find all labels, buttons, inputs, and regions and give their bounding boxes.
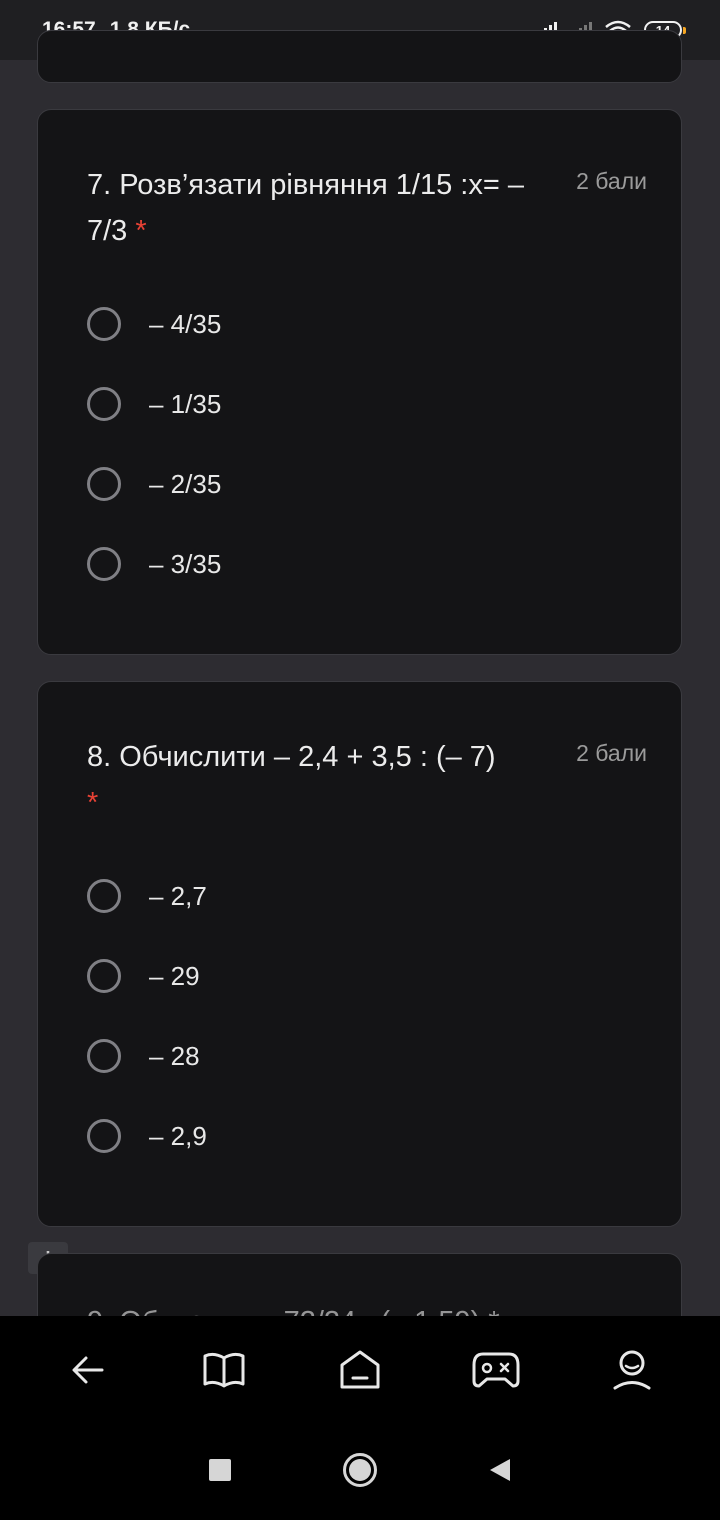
system-nav-bar [0, 1424, 720, 1520]
option-label: – 1/35 [149, 388, 222, 419]
back-triangle-icon [490, 1458, 510, 1481]
option-label: – 29 [149, 960, 200, 991]
question-card-partial-top [37, 30, 682, 83]
radio-button[interactable] [87, 467, 121, 501]
q7-option-3[interactable]: – 2/35 [87, 467, 221, 501]
recents-square-icon [209, 1458, 231, 1481]
question-8-points: 2 бали [576, 740, 647, 766]
radio-button[interactable] [87, 307, 121, 341]
option-label: – 2,9 [149, 1120, 207, 1151]
recents-button[interactable] [208, 1458, 232, 1487]
q8-option-3[interactable]: – 28 [87, 1039, 200, 1073]
option-label: – 2,7 [149, 880, 207, 911]
option-label: – 3/35 [149, 548, 222, 579]
option-label: – 2/35 [149, 468, 222, 499]
q8-option-2[interactable]: – 29 [87, 959, 200, 993]
question-7-points: 2 бали [576, 168, 647, 194]
app-bottom-nav [0, 1316, 720, 1424]
option-label: – 4/35 [149, 308, 222, 339]
nav-profile-button[interactable] [597, 1335, 667, 1405]
nav-games-button[interactable] [461, 1335, 531, 1405]
required-asterisk: * [87, 787, 99, 819]
system-home-button[interactable] [342, 1452, 378, 1493]
question-card-7: 7. Розв’язати рівняння 1/15 :x= – 7/3 * … [37, 109, 682, 655]
nav-back-button[interactable] [53, 1335, 123, 1405]
required-asterisk: * [135, 215, 147, 247]
radio-button[interactable] [87, 1039, 121, 1073]
gamepad-icon [472, 1352, 520, 1388]
system-back-button[interactable] [488, 1457, 512, 1488]
book-icon [203, 1352, 245, 1388]
radio-button[interactable] [87, 959, 121, 993]
q8-option-1[interactable]: – 2,7 [87, 879, 207, 913]
radio-button[interactable] [87, 1119, 121, 1153]
option-label: – 28 [149, 1040, 200, 1071]
radio-button[interactable] [87, 387, 121, 421]
nav-book-button[interactable] [189, 1335, 259, 1405]
home-icon [340, 1350, 380, 1389]
q7-option-4[interactable]: – 3/35 [87, 547, 221, 581]
back-arrow-icon [72, 1356, 104, 1384]
home-circle-icon [343, 1452, 377, 1487]
nav-home-button[interactable] [325, 1335, 395, 1405]
q7-option-2[interactable]: – 1/35 [87, 387, 221, 421]
radio-button[interactable] [87, 547, 121, 581]
q8-option-4[interactable]: – 2,9 [87, 1119, 207, 1153]
q7-option-1[interactable]: – 4/35 [87, 307, 221, 341]
question-card-8: 8. Обчислити – 2,4 + 3,5 : (– 7) * 2 бали… [37, 681, 682, 1227]
radio-button[interactable] [87, 879, 121, 913]
question-8-title: 8. Обчислити – 2,4 + 3,5 : (– 7) * [87, 741, 496, 819]
question-7-title: 7. Розв’язати рівняння 1/15 :x= – 7/3 * [87, 169, 524, 247]
profile-icon [613, 1350, 651, 1390]
